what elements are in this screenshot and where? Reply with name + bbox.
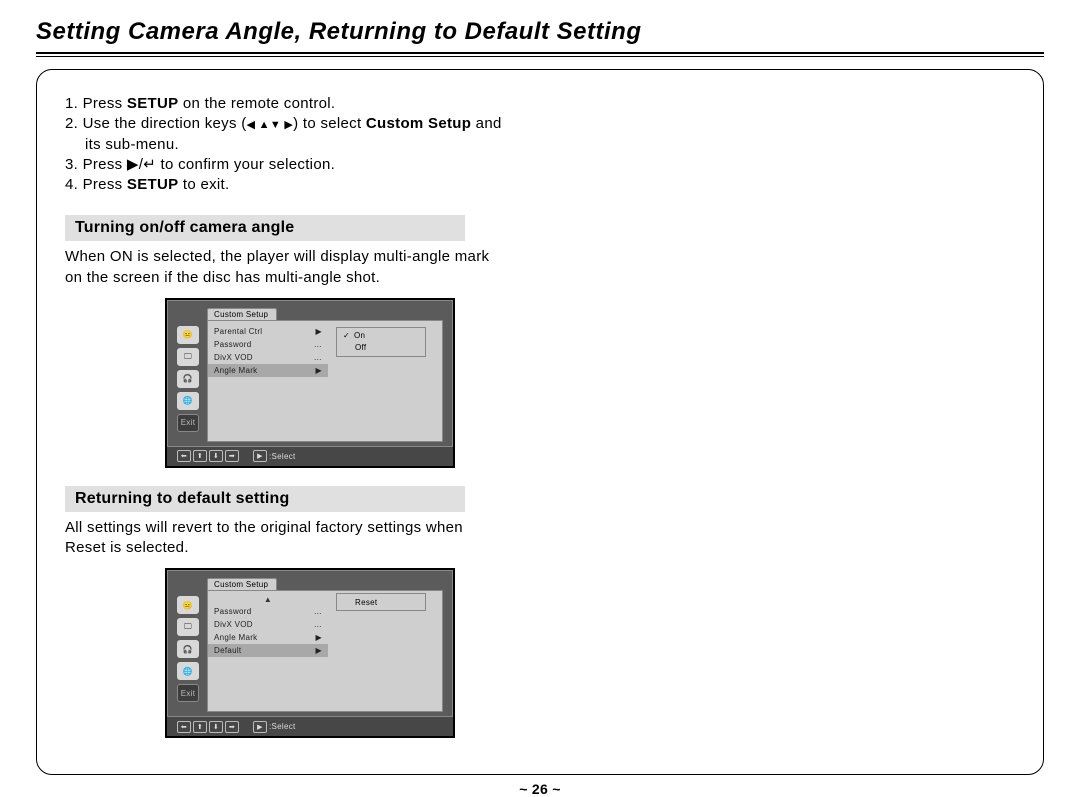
- osd-sub-item: ✓On: [337, 330, 425, 342]
- custom-setup-label: Custom Setup: [366, 115, 471, 132]
- step-text: to exit.: [178, 176, 229, 193]
- play-key-icon: ▶: [253, 450, 267, 462]
- setup-label: SETUP: [127, 95, 179, 112]
- left-key-icon: ⬅: [177, 450, 191, 462]
- section-body: All settings will revert to the original…: [65, 518, 1015, 559]
- osd-menu-item-selected: Angle Mark▶: [208, 364, 328, 377]
- body-line: Reset is selected.: [65, 538, 1015, 558]
- direction-arrows-icon: ◀ ▲▼ ▶: [247, 119, 294, 131]
- step-text: on the remote control.: [178, 95, 335, 112]
- osd-footer-label: :Select: [269, 452, 296, 461]
- osd-menu-item: DivX VOD…: [208, 618, 328, 631]
- osd-menu-item: Parental Ctrl▶: [208, 325, 328, 338]
- osd-menu: ▲ Password… DivX VOD… Angle Mark▶ Defaul…: [208, 591, 328, 711]
- step-4: 4. Press SETUP to exit.: [65, 175, 229, 195]
- osd-footer-label: :Select: [269, 722, 296, 731]
- scroll-up-icon: ▲: [208, 595, 328, 605]
- osd-icon: 🖵: [177, 618, 199, 636]
- osd-icon: 🌐: [177, 662, 199, 680]
- content-frame: 1. Press SETUP on the remote control. 2.…: [36, 69, 1044, 775]
- osd-sub-item: Reset: [337, 596, 425, 608]
- down-key-icon: ⬇: [209, 450, 223, 462]
- osd-menu-item: DivX VOD…: [208, 351, 328, 364]
- intro-steps: 1. Press SETUP on the remote control. 2.…: [65, 94, 1015, 195]
- osd-submenu: ✓On Off: [336, 327, 426, 357]
- left-key-icon: ⬅: [177, 721, 191, 733]
- setup-label: SETUP: [127, 176, 179, 193]
- check-icon: ✓: [343, 331, 350, 340]
- osd-sub-item: Off: [337, 342, 425, 354]
- section-heading-default: Returning to default setting: [65, 486, 465, 512]
- osd-panel: Parental Ctrl▶ Password… DivX VOD… Angle…: [207, 320, 443, 442]
- play-key-icon: ▶: [253, 721, 267, 733]
- body-line: All settings will revert to the original…: [65, 518, 1015, 538]
- step-3: 3. Press ▶/↵ to confirm your selection.: [65, 155, 335, 175]
- step-1: 1. Press SETUP on the remote control.: [65, 94, 335, 114]
- osd-submenu: Reset: [336, 593, 426, 611]
- step-text: 3. Press: [65, 156, 127, 173]
- body-line: on the screen if the disc has multi-angl…: [65, 268, 1015, 288]
- osd-icon: 🖵: [177, 348, 199, 366]
- osd-icon: 😐: [177, 326, 199, 344]
- section-heading-camera-angle: Turning on/off camera angle: [65, 215, 465, 241]
- osd-screenshot-default: 😐 🖵 🎧 🌐 Exit Custom Setup ▲ Password…: [165, 568, 455, 738]
- title-divider: [36, 52, 1044, 57]
- osd-exit-icon: Exit: [177, 684, 199, 702]
- osd-icon: 🎧: [177, 370, 199, 388]
- osd-menu-item: Angle Mark▶: [208, 631, 328, 644]
- body-line: When ON is selected, the player will dis…: [65, 247, 1015, 267]
- step-2: 2. Use the direction keys (◀ ▲▼ ▶) to se…: [65, 114, 502, 134]
- step-2-contd: its sub-menu.: [65, 135, 1015, 155]
- osd-sidebar: 😐 🖵 🎧 🌐 Exit: [177, 326, 201, 442]
- right-key-icon: ➡: [225, 721, 239, 733]
- osd-menu-item: Password…: [208, 338, 328, 351]
- up-key-icon: ⬆: [193, 450, 207, 462]
- down-key-icon: ⬇: [209, 721, 223, 733]
- osd-icon: 🎧: [177, 640, 199, 658]
- osd-icon: 😐: [177, 596, 199, 614]
- up-key-icon: ⬆: [193, 721, 207, 733]
- osd-menu-item-selected: Default▶: [208, 644, 328, 657]
- osd-footer: ⬅ ⬆ ⬇ ➡ ▶ :Select: [167, 446, 453, 466]
- step-text: 1. Press: [65, 95, 127, 112]
- osd-tab: Custom Setup: [207, 308, 277, 320]
- osd-menu: Parental Ctrl▶ Password… DivX VOD… Angle…: [208, 321, 328, 441]
- right-key-icon: ➡: [225, 450, 239, 462]
- osd-screenshot-angle-mark: 😐 🖵 🎧 🌐 Exit Custom Setup Parental Ctrl▶…: [165, 298, 455, 468]
- step-text: to confirm your selection.: [156, 156, 335, 173]
- osd-footer: ⬅ ⬆ ⬇ ➡ ▶ :Select: [167, 716, 453, 736]
- osd-exit-icon: Exit: [177, 414, 199, 432]
- page-number: ~ 26 ~: [36, 781, 1044, 797]
- osd-tab: Custom Setup: [207, 578, 277, 590]
- page-title: Setting Camera Angle, Returning to Defau…: [36, 18, 1044, 48]
- section-body: When ON is selected, the player will dis…: [65, 247, 1015, 288]
- play-enter-icon: ▶/↵: [127, 156, 156, 173]
- osd-menu-item: Password…: [208, 605, 328, 618]
- step-text: ) to select: [293, 115, 366, 132]
- osd-icon: 🌐: [177, 392, 199, 410]
- step-text: 4. Press: [65, 176, 127, 193]
- osd-sidebar: 😐 🖵 🎧 🌐 Exit: [177, 596, 201, 712]
- step-text: and: [471, 115, 501, 132]
- step-text: 2. Use the direction keys (: [65, 115, 247, 132]
- osd-panel: ▲ Password… DivX VOD… Angle Mark▶ Defaul…: [207, 590, 443, 712]
